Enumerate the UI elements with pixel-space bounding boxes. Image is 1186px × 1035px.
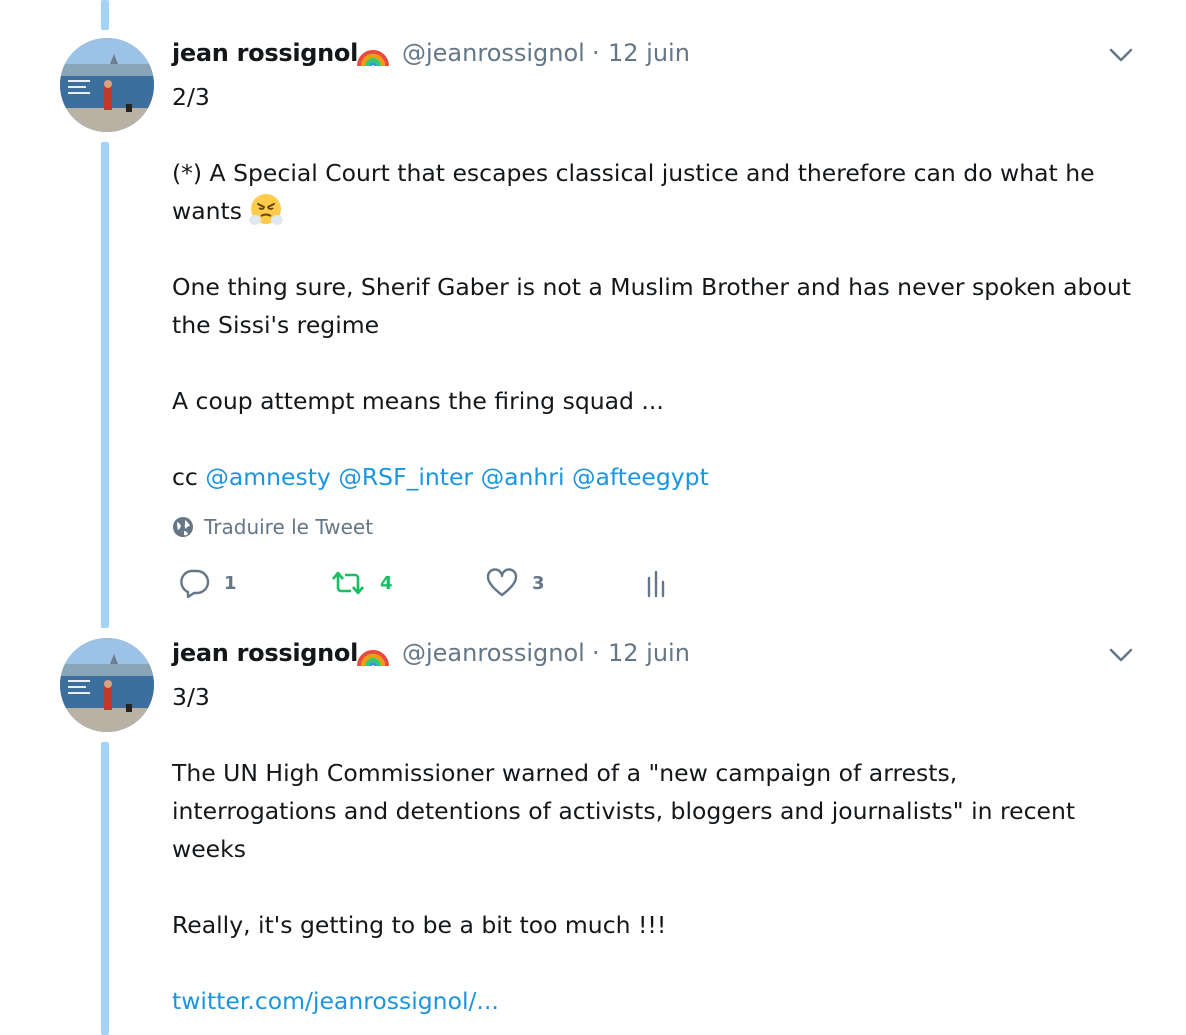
tweet-line: interrogations and detentions of activis…: [172, 797, 1076, 825]
like-count: 3: [532, 572, 545, 594]
rainbow-emoji-icon: [357, 50, 389, 67]
tweet-text: 3/3 The UN High Commissioner warned of a…: [172, 678, 1152, 1020]
cc-prefix: cc: [172, 463, 198, 491]
globe-icon: [173, 517, 193, 537]
reply-button[interactable]: 1: [178, 568, 237, 598]
thread-index: 3/3: [172, 683, 210, 711]
tweet-line: Really, it's getting to be a bit too muc…: [172, 911, 667, 939]
avatar[interactable]: [60, 638, 154, 732]
cc-line: cc @amnesty @RSF_inter @anhri @afteegypt: [172, 458, 1152, 496]
tweet-line: The UN High Commissioner warned of a "ne…: [172, 759, 958, 787]
tweet-line: A coup attempt means the firing squad ..…: [172, 387, 664, 415]
author-name[interactable]: jean rossignol: [172, 638, 358, 668]
tweet-text: 2/3 (*) A Special Court that escapes cla…: [172, 78, 1152, 496]
header-separator: ·: [592, 39, 600, 67]
like-button[interactable]: 3: [486, 568, 545, 598]
tweet-2-of-3[interactable]: jean rossignol @jeanrossignol · 12 juin …: [0, 0, 1186, 620]
tweet-line: weeks: [172, 835, 246, 863]
analytics-button[interactable]: [646, 568, 670, 598]
author-handle[interactable]: @jeanrossignol: [402, 38, 585, 68]
chevron-down-icon[interactable]: [1108, 646, 1134, 664]
retweet-button[interactable]: 4: [330, 568, 393, 598]
mention-link[interactable]: @anhri: [481, 463, 565, 491]
tweet-header: jean rossignol @jeanrossignol · 12 juin: [172, 638, 1152, 678]
retweet-count: 4: [380, 572, 393, 594]
tweet-line: the Sissi's regime: [172, 311, 380, 339]
mention-link[interactable]: @afteegypt: [572, 463, 709, 491]
triumph-face-emoji-icon: [249, 194, 284, 225]
tweet-line-text: wants: [172, 197, 242, 225]
chevron-down-icon[interactable]: [1108, 46, 1134, 64]
tweet-line: One thing sure, Sherif Gaber is not a Mu…: [172, 273, 1131, 301]
tweet-3-of-3[interactable]: jean rossignol @jeanrossignol · 12 juin …: [0, 638, 1186, 1035]
translate-label: Traduire le Tweet: [204, 515, 374, 539]
mention-link[interactable]: @amnesty: [205, 463, 331, 491]
tweet-date[interactable]: 12 juin: [608, 38, 690, 68]
retweet-icon: [332, 571, 364, 595]
rainbow-emoji-icon: [357, 650, 389, 667]
tweet-line: (*) A Special Court that escapes classic…: [172, 159, 1095, 187]
tweet-actions: 1 4 3: [172, 568, 1152, 628]
mention-link[interactable]: @RSF_inter: [338, 463, 473, 491]
tweet-header: jean rossignol @jeanrossignol · 12 juin: [172, 38, 1152, 78]
reply-icon: [180, 569, 210, 598]
translate-tweet-link[interactable]: Traduire le Tweet: [172, 508, 1152, 546]
tweet-link[interactable]: twitter.com/jeanrossignol/...: [172, 987, 499, 1015]
author-name[interactable]: jean rossignol: [172, 38, 358, 68]
analytics-icon: [647, 570, 665, 598]
heart-icon: [486, 568, 518, 597]
author-handle[interactable]: @jeanrossignol: [402, 638, 585, 668]
reply-count: 1: [224, 572, 237, 594]
tweet-date[interactable]: 12 juin: [608, 638, 690, 668]
avatar[interactable]: [60, 38, 154, 132]
header-separator: ·: [592, 639, 600, 667]
thread-index: 2/3: [172, 83, 210, 111]
tweet-line: wants: [172, 192, 1152, 230]
